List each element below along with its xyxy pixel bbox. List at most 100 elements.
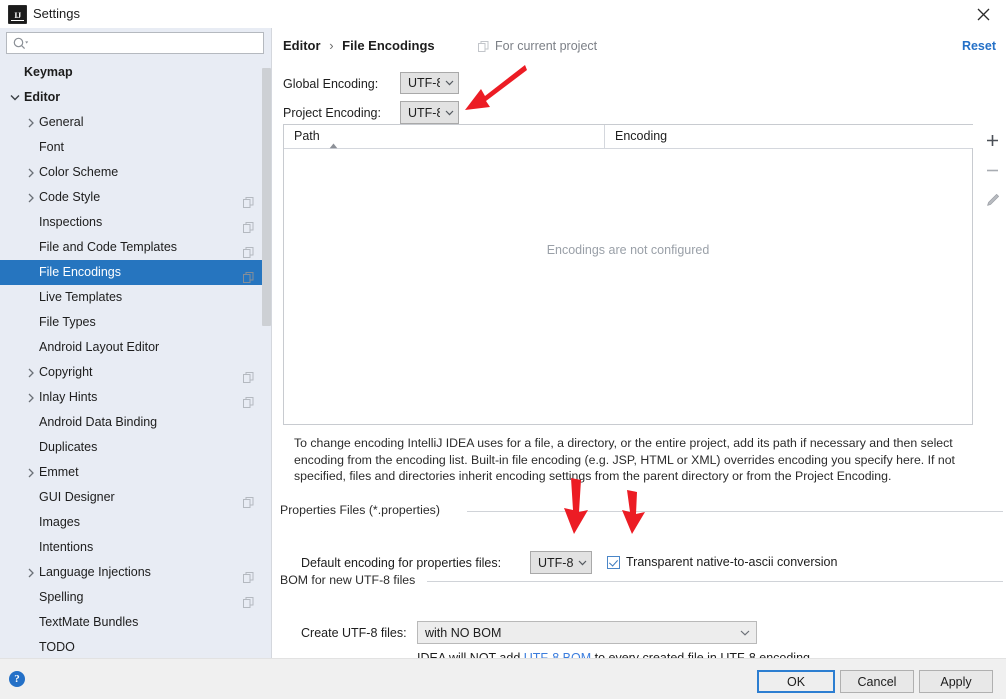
global-encoding-dropdown[interactable]: UTF-8: [400, 72, 459, 94]
chevron-right-icon[interactable]: [24, 560, 38, 585]
sidebar-item-label: Duplicates: [39, 440, 98, 454]
sidebar-item-emmet[interactable]: Emmet: [0, 460, 272, 485]
search-box[interactable]: [6, 32, 264, 55]
table-toolbar: [980, 124, 1005, 425]
sidebar-item-label: Android Data Binding: [39, 415, 158, 429]
sidebar-item-label: Images: [39, 515, 80, 529]
project-scope-icon: [243, 592, 254, 608]
project-scope-icon: [243, 242, 254, 258]
sidebar-item-file-encodings[interactable]: File Encodings: [0, 260, 272, 285]
chevron-down-icon: [440, 80, 458, 86]
project-scope-icon: [243, 367, 254, 383]
project-scope-icon: [243, 217, 254, 233]
sidebar-item-images[interactable]: Images: [0, 510, 272, 535]
chevron-down-icon: [440, 110, 458, 116]
transparent-native-to-ascii-checkbox[interactable]: Transparent native-to-ascii conversion: [607, 555, 837, 569]
breadcrumb-parent[interactable]: Editor: [283, 38, 321, 53]
default-properties-encoding-label: Default encoding for properties files:: [301, 556, 502, 570]
default-properties-encoding-value: UTF-8: [538, 555, 573, 570]
sidebar-item-label: Color Scheme: [39, 165, 119, 179]
sidebar-item-android-data-binding[interactable]: Android Data Binding: [0, 410, 272, 435]
project-scope-icon: [243, 267, 254, 283]
ok-button[interactable]: OK: [757, 670, 835, 693]
sidebar-item-keymap[interactable]: Keymap: [0, 60, 272, 85]
sidebar-item-inspections[interactable]: Inspections: [0, 210, 272, 235]
apply-button[interactable]: Apply: [919, 670, 993, 693]
sidebar-item-label: General: [39, 115, 84, 129]
encodings-hint-text: To change encoding IntelliJ IDEA uses fo…: [294, 436, 955, 483]
bom-group-title: BOM for new UTF-8 files: [280, 573, 422, 587]
checkbox-checked-icon: [607, 555, 620, 569]
global-encoding-label: Global Encoding:: [283, 77, 379, 91]
chevron-right-icon[interactable]: [24, 160, 38, 185]
group-divider-line: [427, 581, 1003, 582]
breadcrumb: Editor › File Encodings: [283, 38, 435, 53]
search-input[interactable]: [33, 33, 262, 55]
sidebar-scrollbar-thumb[interactable]: [262, 68, 271, 326]
chevron-down-icon[interactable]: [8, 85, 22, 110]
project-encoding-dropdown[interactable]: UTF-8: [400, 101, 459, 124]
sidebar-item-copyright[interactable]: Copyright: [0, 360, 272, 385]
add-icon[interactable]: [980, 127, 1005, 153]
sidebar-item-file-types[interactable]: File Types: [0, 310, 272, 335]
default-properties-encoding-dropdown[interactable]: UTF-8: [530, 551, 592, 574]
settings-main-panel: Editor › File Encodings For current proj…: [272, 28, 1006, 665]
sidebar-item-label: Copyright: [39, 365, 93, 379]
help-icon[interactable]: ?: [9, 671, 25, 687]
remove-icon[interactable]: [980, 157, 1005, 183]
sidebar-item-label: GUI Designer: [39, 490, 115, 504]
sidebar-item-general[interactable]: General: [0, 110, 272, 135]
sidebar-item-label: Inlay Hints: [39, 390, 98, 404]
sidebar-item-label: Font: [39, 140, 65, 154]
sidebar-item-label: Editor: [24, 90, 61, 104]
create-utf8-files-dropdown[interactable]: with NO BOM: [417, 621, 757, 644]
cancel-button[interactable]: Cancel: [840, 670, 914, 693]
sidebar-item-duplicates[interactable]: Duplicates: [0, 435, 272, 460]
group-divider-line: [467, 511, 1003, 512]
settings-sidebar: Keymap Editor General Font Color Scheme Code …: [0, 28, 272, 658]
settings-tree[interactable]: Keymap Editor General Font Color Scheme Code …: [0, 60, 272, 656]
chevron-down-icon: [573, 560, 591, 566]
sidebar-item-label: TextMate Bundles: [39, 615, 139, 629]
sidebar-item-label: Emmet: [39, 465, 79, 479]
close-icon[interactable]: [960, 0, 1006, 28]
sidebar-item-spelling[interactable]: Spelling: [0, 585, 272, 610]
sidebar-item-color-scheme[interactable]: Color Scheme: [0, 160, 272, 185]
sidebar-item-live-templates[interactable]: Live Templates: [0, 285, 272, 310]
window-title: Settings: [33, 6, 80, 21]
sidebar-item-android-layout-editor[interactable]: Android Layout Editor: [0, 335, 272, 360]
edit-icon[interactable]: [980, 187, 1005, 213]
sidebar-item-label: Inspections: [39, 215, 103, 229]
sidebar-item-label: Live Templates: [39, 290, 123, 304]
column-header-encoding[interactable]: Encoding: [604, 125, 983, 148]
sidebar-item-language-injections[interactable]: Language Injections: [0, 560, 272, 585]
sidebar-item-label: File and Code Templates: [39, 240, 178, 254]
project-encoding-label: Project Encoding:: [283, 106, 381, 120]
sidebar-item-intentions[interactable]: Intentions: [0, 535, 272, 560]
sidebar-item-label: Code Style: [39, 190, 101, 204]
sidebar-item-inlay-hints[interactable]: Inlay Hints: [0, 385, 272, 410]
sidebar-item-todo[interactable]: TODO: [0, 635, 272, 656]
column-header-path[interactable]: Path: [284, 125, 613, 149]
sidebar-item-font[interactable]: Font: [0, 135, 272, 160]
chevron-right-icon[interactable]: [24, 385, 38, 410]
reset-link[interactable]: Reset: [962, 39, 996, 53]
sidebar-item-file-and-code-templates[interactable]: File and Code Templates: [0, 235, 272, 260]
properties-files-group-title: Properties Files (*.properties): [280, 503, 446, 517]
sidebar-item-gui-designer[interactable]: GUI Designer: [0, 485, 272, 510]
title-bar: IJ Settings: [0, 0, 1006, 28]
sort-ascending-icon: [329, 134, 338, 157]
chevron-right-icon[interactable]: [24, 460, 38, 485]
encodings-table[interactable]: Path Encoding Encodings are not configur…: [283, 124, 983, 425]
breadcrumb-separator: ›: [329, 38, 334, 53]
sidebar-item-code-style[interactable]: Code Style: [0, 185, 272, 210]
sidebar-item-label: Keymap: [24, 65, 73, 79]
sidebar-item-textmate-bundles[interactable]: TextMate Bundles: [0, 610, 272, 635]
sidebar-item-editor[interactable]: Editor: [0, 85, 272, 110]
chevron-right-icon[interactable]: [24, 360, 38, 385]
global-encoding-value: UTF-8: [408, 76, 440, 90]
chevron-right-icon[interactable]: [24, 185, 38, 210]
chevron-right-icon[interactable]: [24, 110, 38, 135]
column-header-encoding-label: Encoding: [615, 129, 668, 143]
for-current-project-label: For current project: [495, 39, 598, 53]
